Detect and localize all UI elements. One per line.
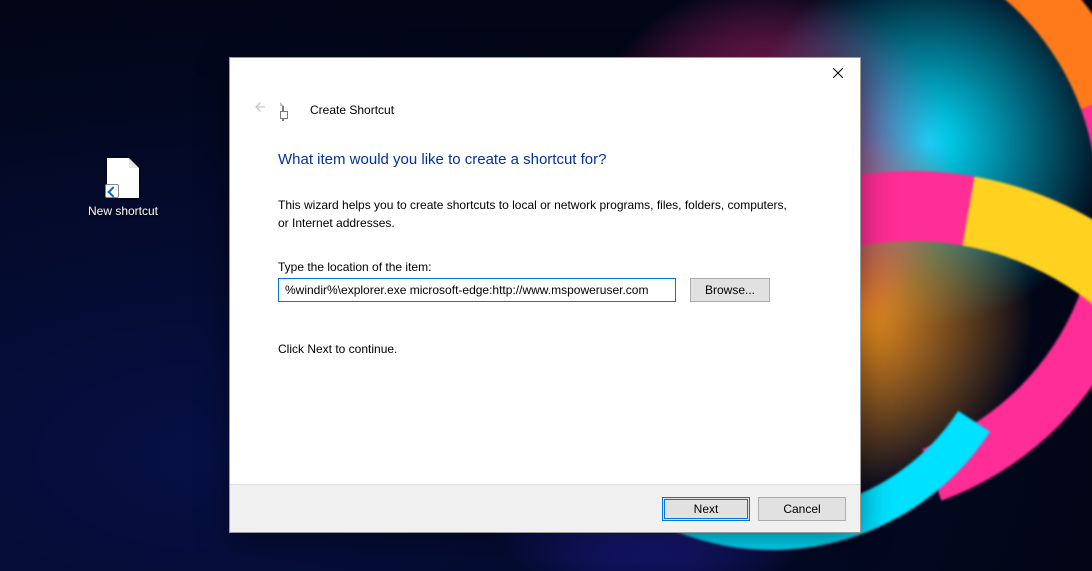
dialog-header: Create Shortcut xyxy=(230,98,860,121)
desktop-shortcut-new[interactable]: New shortcut xyxy=(85,158,161,218)
browse-button[interactable]: Browse... xyxy=(690,278,770,302)
back-button xyxy=(250,98,268,121)
desktop-icon-label: New shortcut xyxy=(85,204,161,218)
continue-hint: Click Next to continue. xyxy=(278,342,812,356)
desktop-background: New shortcut Create Shortcut What item w… xyxy=(0,0,1092,571)
wizard-title: Create Shortcut xyxy=(310,103,394,117)
location-input[interactable] xyxy=(278,278,676,302)
wizard-heading: What item would you like to create a sho… xyxy=(278,151,812,168)
close-button[interactable] xyxy=(815,58,860,88)
wizard-description: This wizard helps you to create shortcut… xyxy=(278,196,798,232)
dialog-titlebar[interactable] xyxy=(230,58,860,92)
shortcut-overlay-icon xyxy=(105,184,119,198)
cancel-button[interactable]: Cancel xyxy=(758,497,846,521)
dialog-footer: Next Cancel xyxy=(230,484,860,532)
close-icon xyxy=(833,68,843,78)
back-arrow-icon xyxy=(250,98,268,116)
shortcut-wizard-icon xyxy=(282,103,296,117)
location-label: Type the location of the item: xyxy=(278,260,812,274)
create-shortcut-dialog: Create Shortcut What item would you like… xyxy=(229,57,861,533)
next-button[interactable]: Next xyxy=(662,497,750,521)
dialog-content: What item would you like to create a sho… xyxy=(230,121,860,484)
